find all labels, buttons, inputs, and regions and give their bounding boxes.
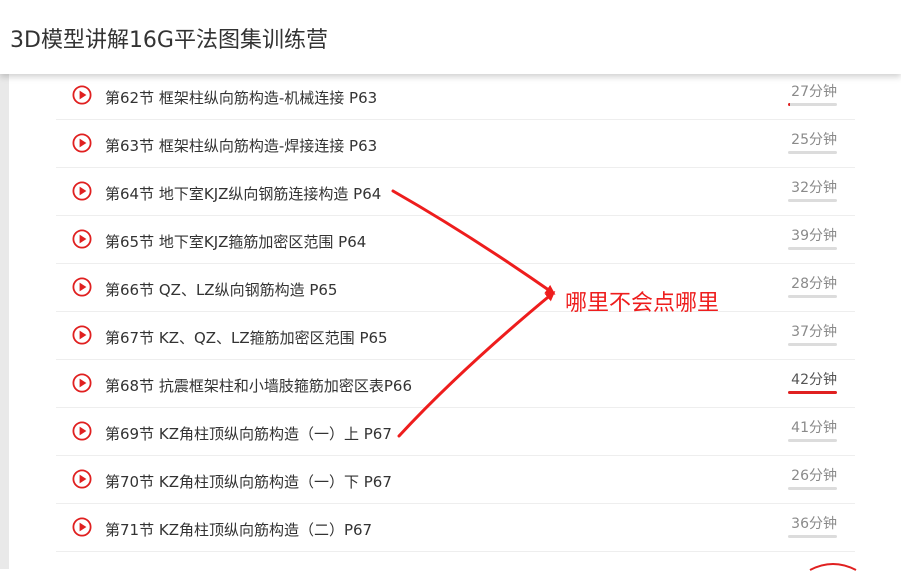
lesson-title[interactable]: 第69节 KZ角柱顶纵向筋构造（一）上 P67 [105,423,392,444]
play-circle-icon[interactable] [72,181,92,201]
play-circle-icon[interactable] [72,277,92,297]
lesson-row[interactable]: 第71节 KZ角柱顶纵向筋构造（二）P67 36分钟 [56,504,855,552]
progress-bar [788,199,837,202]
play-circle-icon[interactable] [72,325,92,345]
lesson-title[interactable]: 第71节 KZ角柱顶纵向筋构造（二）P67 [105,519,372,540]
progress-fill [788,103,790,106]
play-circle-icon[interactable] [72,469,92,489]
lesson-title[interactable]: 第70节 KZ角柱顶纵向筋构造（一）下 P67 [105,471,392,492]
lesson-duration: 26分钟 [791,468,837,484]
progress-bar [788,295,837,298]
lesson-duration: 42分钟 [791,372,837,388]
lesson-list: 第62节 框架柱纵向筋构造-机械连接 P63 27分钟第63节 框架柱纵向筋构造-… [56,72,855,552]
lesson-row[interactable]: 第62节 框架柱纵向筋构造-机械连接 P63 27分钟 [56,72,855,120]
play-circle-icon[interactable] [72,133,92,153]
lesson-row[interactable]: 第63节 框架柱纵向筋构造-焊接连接 P63 25分钟 [56,120,855,168]
course-title: 3D模型讲解16G平法图集训练营 [10,28,328,53]
lesson-row[interactable]: 第65节 地下室KJZ箍筋加密区范围 P64 39分钟 [56,216,855,264]
lesson-title[interactable]: 第66节 QZ、LZ纵向钢筋构造 P65 [105,279,337,300]
lesson-duration: 28分钟 [791,276,837,292]
lesson-duration: 41分钟 [791,420,837,436]
lesson-title[interactable]: 第65节 地下室KJZ箍筋加密区范围 P64 [105,231,366,252]
lesson-row[interactable]: 第69节 KZ角柱顶纵向筋构造（一）上 P67 41分钟 [56,408,855,456]
lesson-title[interactable]: 第63节 框架柱纵向筋构造-焊接连接 P63 [105,135,377,156]
lesson-duration: 37分钟 [791,324,837,340]
progress-bar [788,151,837,154]
progress-bar [788,439,837,442]
lesson-row[interactable]: 第68节 抗震框架柱和小墙肢箍筋加密区表P66 42分钟 [56,360,855,408]
lesson-title[interactable]: 第67节 KZ、QZ、LZ箍筋加密区范围 P65 [105,327,388,348]
play-circle-icon[interactable] [72,229,92,249]
lesson-duration: 39分钟 [791,228,837,244]
progress-fill [788,391,837,394]
lesson-duration: 32分钟 [791,180,837,196]
app-header: 3D模型讲解16G平法图集训练营 [0,0,901,74]
progress-bar [788,535,837,538]
lesson-row[interactable]: 第64节 地下室KJZ纵向钢筋连接构造 P64 32分钟 [56,168,855,216]
progress-bar [788,487,837,490]
progress-bar [788,247,837,250]
play-circle-icon[interactable] [72,85,92,105]
annotation-text: 哪里不会点哪里 [565,291,720,316]
partial-next-row-mark [809,563,857,571]
lesson-duration: 27分钟 [791,84,837,100]
lesson-row[interactable]: 第67节 KZ、QZ、LZ箍筋加密区范围 P65 37分钟 [56,312,855,360]
lesson-row[interactable]: 第70节 KZ角柱顶纵向筋构造（一）下 P67 26分钟 [56,456,855,504]
lesson-title[interactable]: 第62节 框架柱纵向筋构造-机械连接 P63 [105,87,377,108]
lesson-row[interactable]: 第66节 QZ、LZ纵向钢筋构造 P65 28分钟 [56,264,855,312]
play-circle-icon[interactable] [72,421,92,441]
progress-bar [788,343,837,346]
lesson-title[interactable]: 第68节 抗震框架柱和小墙肢箍筋加密区表P66 [105,375,412,396]
left-edge-strip [0,0,9,569]
lesson-title[interactable]: 第64节 地下室KJZ纵向钢筋连接构造 P64 [105,183,381,204]
play-circle-icon[interactable] [72,373,92,393]
play-circle-icon[interactable] [72,517,92,537]
lesson-duration: 36分钟 [791,516,837,532]
progress-bar [788,103,837,106]
progress-bar [788,391,837,394]
lesson-duration: 25分钟 [791,132,837,148]
